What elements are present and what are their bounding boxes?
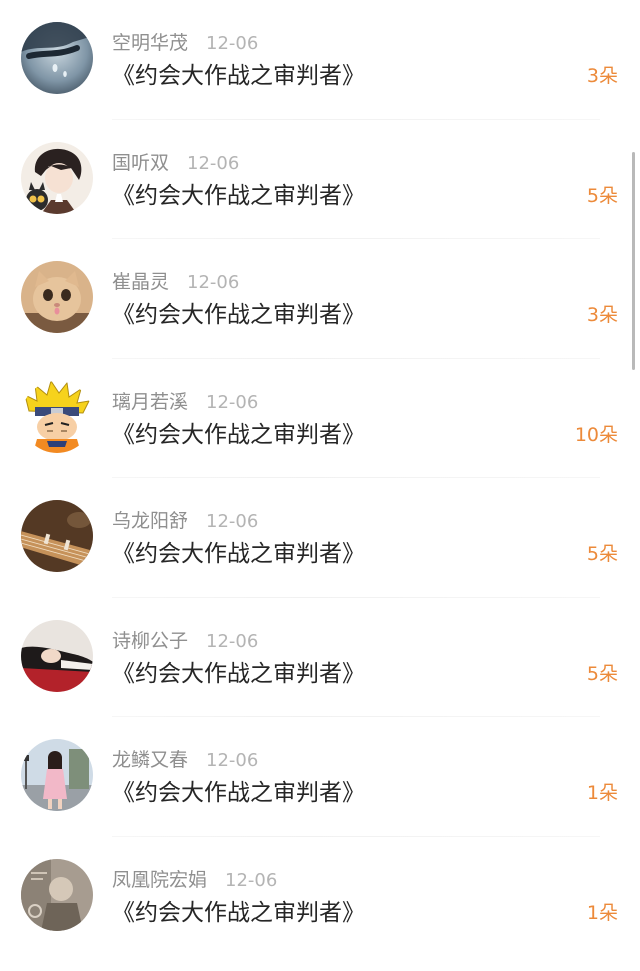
sender-meta: 凤凰院宏娟 12-06	[112, 867, 277, 893]
book-title[interactable]: 《约会大作战之审判者》	[112, 180, 365, 212]
list-item[interactable]: 乌龙阳舒 12-06 《约会大作战之审判者》 5朵	[0, 478, 640, 598]
book-title[interactable]: 《约会大作战之审判者》	[112, 60, 365, 92]
book-title[interactable]: 《约会大作战之审判者》	[112, 538, 365, 570]
book-title[interactable]: 《约会大作战之审判者》	[112, 299, 365, 331]
gift-date: 12-06	[187, 152, 240, 174]
sender-meta: 崔晶灵 12-06	[112, 269, 239, 295]
sender-meta: 诗柳公子 12-06	[112, 628, 258, 654]
flower-count: 10朵	[574, 423, 618, 446]
gift-date: 12-06	[206, 511, 259, 532]
street-girl-avatar-icon[interactable]	[21, 739, 93, 811]
book-title[interactable]: 《约会大作战之审判者》	[112, 419, 365, 451]
cat-avatar-icon[interactable]	[21, 261, 93, 333]
book-title[interactable]: 《约会大作战之审判者》	[112, 658, 365, 690]
gift-date: 12-06	[225, 869, 278, 891]
flower-count: 5朵	[586, 543, 618, 565]
guzheng-avatar-icon[interactable]	[21, 500, 93, 572]
gift-record-list: 空明华茂 12-06 《约会大作战之审判者》 3朵 国听双 12-06 《约会大作战…	[0, 0, 640, 971]
list-item[interactable]: 诗柳公子 12-06 《约会大作战之审判者》 5朵	[0, 598, 640, 718]
list-item[interactable]: 璃月若溪 12-06 《约会大作战之审判者》 10朵	[0, 359, 640, 479]
sender-name[interactable]: 崔晶灵	[112, 271, 169, 293]
list-item[interactable]: 国听双 12-06 《约会大作战之审判者》 5朵	[0, 120, 640, 240]
sender-name[interactable]: 龙鳞又春	[112, 749, 188, 771]
cartoon-ninja-avatar-icon[interactable]	[21, 380, 93, 453]
flower-count: 5朵	[586, 662, 618, 685]
flower-count: 3朵	[586, 65, 618, 87]
list-item[interactable]: 凤凰院宏娟 12-06 《约会大作战之审判者》 1朵	[0, 837, 640, 957]
scrollbar[interactable]	[632, 152, 635, 370]
list-item[interactable]: 空明华茂 12-06 《约会大作战之审判者》 3朵	[0, 0, 640, 120]
sender-meta: 国听双 12-06	[112, 150, 239, 176]
gift-date: 12-06	[206, 33, 259, 54]
book-title[interactable]: 《约会大作战之审判者》	[112, 777, 365, 809]
gift-date: 12-06	[187, 272, 240, 293]
flower-count: 3朵	[586, 304, 618, 326]
list-item[interactable]: 崔晶灵 12-06 《约会大作战之审判者》 3朵	[0, 239, 640, 359]
gift-date: 12-06	[206, 750, 259, 771]
anime-boy-avatar-icon[interactable]	[21, 141, 93, 214]
lying-girl-avatar-icon[interactable]	[21, 619, 93, 692]
gift-date: 12-06	[206, 630, 259, 652]
sender-name[interactable]: 凤凰院宏娟	[112, 869, 207, 891]
list-item[interactable]: 龙鳞又春 12-06 《约会大作战之审判者》 1朵	[0, 717, 640, 837]
sender-meta: 璃月若溪 12-06	[112, 389, 258, 415]
flower-count: 1朵	[586, 901, 618, 924]
sepia-photo-avatar-icon[interactable]	[21, 858, 93, 931]
sender-name[interactable]: 璃月若溪	[112, 391, 188, 413]
sender-meta: 空明华茂 12-06	[112, 30, 258, 56]
sender-name[interactable]: 空明华茂	[112, 32, 188, 54]
flower-count: 5朵	[586, 184, 618, 207]
sender-meta: 龙鳞又春 12-06	[112, 747, 258, 773]
sender-name[interactable]: 诗柳公子	[112, 630, 188, 652]
sender-name[interactable]: 乌龙阳舒	[112, 510, 188, 532]
sender-meta: 乌龙阳舒 12-06	[112, 508, 258, 534]
gift-date: 12-06	[206, 391, 259, 413]
book-title[interactable]: 《约会大作战之审判者》	[112, 897, 365, 929]
sender-name[interactable]: 国听双	[112, 152, 169, 174]
water-drop-avatar-icon[interactable]	[21, 22, 93, 94]
flower-count: 1朵	[586, 782, 618, 804]
